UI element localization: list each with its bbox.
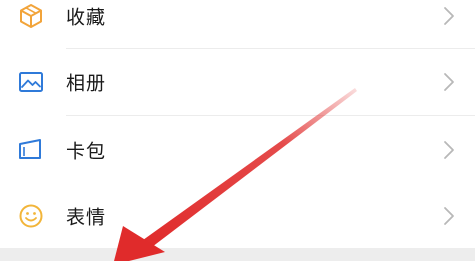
chevron-right-icon	[443, 6, 455, 26]
menu-item-stickers[interactable]: 表情	[0, 183, 475, 249]
card-wallet-icon	[16, 135, 46, 165]
menu-item-label: 卡包	[66, 140, 107, 163]
chevron-right-icon	[443, 72, 455, 92]
chevron-right-icon	[443, 140, 455, 160]
me-page-menu: 收藏 相册 卡包 表情	[0, 0, 475, 261]
favorites-cube-icon	[16, 1, 46, 31]
sticker-smiley-icon	[16, 201, 46, 231]
chevron-right-icon	[443, 206, 455, 226]
menu-item-card-wallet[interactable]: 卡包	[0, 117, 475, 183]
album-picture-icon	[16, 67, 46, 97]
menu-item-label: 收藏	[66, 6, 107, 29]
menu-item-album[interactable]: 相册	[0, 49, 475, 115]
menu-item-label: 表情	[66, 206, 107, 229]
menu-item-favorites[interactable]: 收藏	[0, 0, 475, 49]
divider	[66, 115, 475, 116]
section-gap	[0, 248, 475, 261]
menu-item-label: 相册	[66, 72, 107, 95]
